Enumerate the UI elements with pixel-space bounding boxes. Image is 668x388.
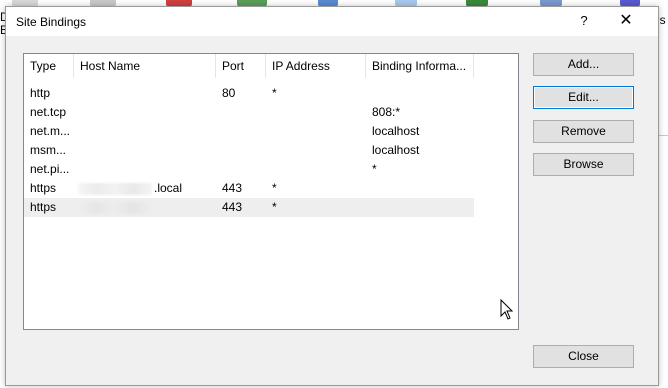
cell-type: net.m... — [30, 124, 71, 138]
background-divider — [658, 135, 668, 136]
column-header-host-name[interactable]: Host Name — [74, 54, 216, 78]
cell-port: 80 — [222, 86, 236, 100]
mouse-cursor-icon — [500, 299, 514, 320]
site-bindings-dialog: Site Bindings ? ✕ Type Host Name Port IP… — [5, 6, 659, 386]
redacted-host-name — [78, 202, 152, 214]
cell-type: https — [30, 200, 57, 214]
table-row[interactable]: net.pi... * — [24, 160, 474, 179]
table-row-selected[interactable]: https 443 * — [24, 198, 474, 217]
cell-ip: * — [272, 200, 277, 214]
cell-type: http — [30, 86, 51, 100]
redacted-host-name — [78, 183, 152, 195]
column-header-binding-information[interactable]: Binding Informa... — [366, 54, 474, 78]
cell-type: msm... — [30, 143, 66, 157]
remove-button[interactable]: Remove — [533, 120, 634, 143]
close-icon[interactable]: ✕ — [617, 12, 635, 30]
table-row[interactable]: https .local 443 * — [24, 179, 474, 198]
column-header-port[interactable]: Port — [216, 54, 266, 78]
cell-type: net.pi... — [30, 162, 70, 176]
cell-binding: 808:* — [372, 105, 401, 119]
browse-button[interactable]: Browse — [533, 153, 634, 176]
help-icon[interactable]: ? — [576, 12, 592, 30]
cell-binding: localhost — [372, 143, 420, 157]
column-header-ip-address[interactable]: IP Address — [266, 54, 366, 78]
table-row[interactable]: msm... localhost — [24, 141, 474, 160]
cell-type: net.tcp — [30, 105, 67, 119]
add-button[interactable]: Add... — [533, 53, 634, 76]
cell-binding: * — [372, 162, 377, 176]
dialog-title: Site Bindings — [16, 15, 87, 29]
cell-binding: localhost — [372, 124, 420, 138]
cell-host-name: .local — [154, 181, 183, 195]
table-row[interactable]: net.tcp 808:* — [24, 103, 474, 122]
cell-type: https — [30, 181, 57, 195]
table-row[interactable]: net.m... localhost — [24, 122, 474, 141]
dialog-titlebar[interactable]: Site Bindings ? ✕ — [6, 7, 658, 36]
cell-ip: * — [272, 181, 277, 195]
list-header: Type Host Name Port IP Address Binding I… — [24, 54, 518, 78]
table-row[interactable]: http 80 * — [24, 84, 474, 103]
close-button[interactable]: Close — [533, 345, 634, 368]
cell-port: 443 — [222, 200, 243, 214]
bindings-list[interactable]: Type Host Name Port IP Address Binding I… — [23, 53, 519, 330]
edit-button[interactable]: Edit... — [533, 86, 634, 109]
column-header-type[interactable]: Type — [24, 54, 74, 78]
cell-ip: * — [272, 86, 277, 100]
cell-port: 443 — [222, 181, 243, 195]
